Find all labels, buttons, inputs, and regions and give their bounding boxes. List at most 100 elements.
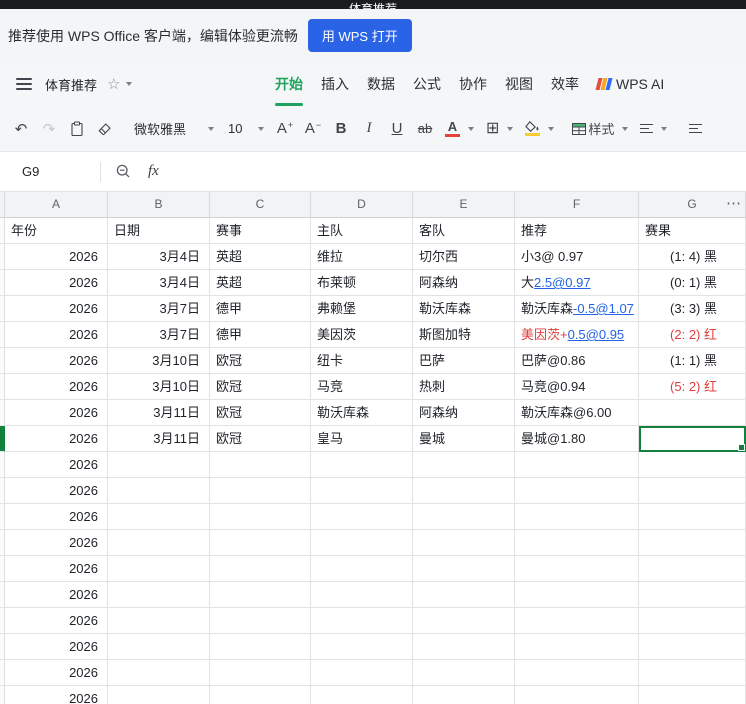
cell-style-button[interactable]: 样式 bbox=[569, 114, 631, 144]
tab-efficiency[interactable]: 效率 bbox=[551, 62, 579, 106]
cell-C18[interactable] bbox=[210, 660, 311, 686]
cell-E13[interactable] bbox=[413, 530, 515, 556]
cell-C19[interactable] bbox=[210, 686, 311, 704]
cell-F18[interactable] bbox=[515, 660, 639, 686]
hamburger-menu-icon[interactable] bbox=[16, 78, 32, 90]
cell-C13[interactable] bbox=[210, 530, 311, 556]
cell-F4[interactable]: 勒沃库森-0.5@1.07 bbox=[515, 296, 639, 322]
cell-A7[interactable]: 2026 bbox=[5, 374, 108, 400]
cell-D6[interactable]: 纽卡 bbox=[311, 348, 413, 374]
cell-G7[interactable]: (5: 2) 红 bbox=[639, 374, 746, 400]
cell-G18[interactable] bbox=[639, 660, 746, 686]
cell-D18[interactable] bbox=[311, 660, 413, 686]
cell-C1[interactable]: 赛事 bbox=[210, 218, 311, 244]
cell-D2[interactable]: 维拉 bbox=[311, 244, 413, 270]
cell-D13[interactable] bbox=[311, 530, 413, 556]
cell-F14[interactable] bbox=[515, 556, 639, 582]
cell-C5[interactable]: 德甲 bbox=[210, 322, 311, 348]
cell-G3[interactable]: (0: 1) 黑 bbox=[639, 270, 746, 296]
cell-D8[interactable]: 勒沃库森 bbox=[311, 400, 413, 426]
cell-E5[interactable]: 斯图加特 bbox=[413, 322, 515, 348]
cell-G6[interactable]: (1: 1) 黑 bbox=[639, 348, 746, 374]
cell-B10[interactable] bbox=[108, 452, 210, 478]
column-header-E[interactable]: E bbox=[413, 192, 515, 217]
cell-A12[interactable]: 2026 bbox=[5, 504, 108, 530]
cell-A1[interactable]: 年份 bbox=[5, 218, 108, 244]
cell-G2[interactable]: (1: 4) 黑 bbox=[639, 244, 746, 270]
cell-F10[interactable] bbox=[515, 452, 639, 478]
cell-A14[interactable]: 2026 bbox=[5, 556, 108, 582]
eraser-button[interactable] bbox=[94, 114, 116, 144]
cell-B15[interactable] bbox=[108, 582, 210, 608]
tab-view[interactable]: 视图 bbox=[505, 62, 533, 106]
cell-E4[interactable]: 勒沃库森 bbox=[413, 296, 515, 322]
cell-C7[interactable]: 欧冠 bbox=[210, 374, 311, 400]
underline-button[interactable]: U bbox=[386, 114, 408, 144]
cell-G13[interactable] bbox=[639, 530, 746, 556]
cell-F15[interactable] bbox=[515, 582, 639, 608]
cell-B17[interactable] bbox=[108, 634, 210, 660]
cell-E3[interactable]: 阿森纳 bbox=[413, 270, 515, 296]
cell-G4[interactable]: (3: 3) 黑 bbox=[639, 296, 746, 322]
cell-E10[interactable] bbox=[413, 452, 515, 478]
cell-B7[interactable]: 3月10日 bbox=[108, 374, 210, 400]
cell-F12[interactable] bbox=[515, 504, 639, 530]
cell-B2[interactable]: 3月4日 bbox=[108, 244, 210, 270]
cell-C14[interactable] bbox=[210, 556, 311, 582]
cell-A16[interactable]: 2026 bbox=[5, 608, 108, 634]
cell-B18[interactable] bbox=[108, 660, 210, 686]
cell-A6[interactable]: 2026 bbox=[5, 348, 108, 374]
cell-A8[interactable]: 2026 bbox=[5, 400, 108, 426]
cell-A18[interactable]: 2026 bbox=[5, 660, 108, 686]
font-color-button[interactable]: A bbox=[442, 114, 477, 144]
magnifier-button[interactable] bbox=[115, 163, 132, 180]
tab-formula[interactable]: 公式 bbox=[413, 62, 441, 106]
cell-D17[interactable] bbox=[311, 634, 413, 660]
cell-B14[interactable] bbox=[108, 556, 210, 582]
cell-G9[interactable] bbox=[639, 426, 746, 452]
cell-C9[interactable]: 欧冠 bbox=[210, 426, 311, 452]
cell-C17[interactable] bbox=[210, 634, 311, 660]
cell-B5[interactable]: 3月7日 bbox=[108, 322, 210, 348]
cell-E16[interactable] bbox=[413, 608, 515, 634]
column-header-F[interactable]: F bbox=[515, 192, 639, 217]
tab-collaborate[interactable]: 协作 bbox=[459, 62, 487, 106]
cell-A5[interactable]: 2026 bbox=[5, 322, 108, 348]
cell-A15[interactable]: 2026 bbox=[5, 582, 108, 608]
cell-D12[interactable] bbox=[311, 504, 413, 530]
cell-F7[interactable]: 马竞@0.94 bbox=[515, 374, 639, 400]
cell-D19[interactable] bbox=[311, 686, 413, 704]
cell-G19[interactable] bbox=[639, 686, 746, 704]
cell-F13[interactable] bbox=[515, 530, 639, 556]
cell-B16[interactable] bbox=[108, 608, 210, 634]
font-size-select[interactable]: 10 bbox=[224, 114, 268, 144]
wrap-text-button[interactable] bbox=[686, 114, 705, 144]
cell-G14[interactable] bbox=[639, 556, 746, 582]
tab-data[interactable]: 数据 bbox=[367, 62, 395, 106]
cell-E17[interactable] bbox=[413, 634, 515, 660]
cell-name-box[interactable]: G9 bbox=[0, 164, 100, 179]
cell-F5[interactable]: 美因茨+0.5@0.95 bbox=[515, 322, 639, 348]
cell-G15[interactable] bbox=[639, 582, 746, 608]
bold-button[interactable]: B bbox=[330, 114, 352, 144]
cell-E6[interactable]: 巴萨 bbox=[413, 348, 515, 374]
cell-G16[interactable] bbox=[639, 608, 746, 634]
title-chevron-down-icon[interactable] bbox=[126, 82, 133, 86]
cell-D1[interactable]: 主队 bbox=[311, 218, 413, 244]
column-header-C[interactable]: C bbox=[210, 192, 311, 217]
cell-B3[interactable]: 3月4日 bbox=[108, 270, 210, 296]
paste-button[interactable] bbox=[66, 114, 88, 144]
column-header-A[interactable]: A bbox=[5, 192, 108, 217]
font-family-select[interactable]: 微软雅黑 bbox=[130, 114, 218, 144]
cell-D3[interactable]: 布莱顿 bbox=[311, 270, 413, 296]
cell-B12[interactable] bbox=[108, 504, 210, 530]
cell-A11[interactable]: 2026 bbox=[5, 478, 108, 504]
column-header-D[interactable]: D bbox=[311, 192, 413, 217]
cell-E7[interactable]: 热刺 bbox=[413, 374, 515, 400]
cell-D10[interactable] bbox=[311, 452, 413, 478]
cell-G5[interactable]: (2: 2) 红 bbox=[639, 322, 746, 348]
cell-F8[interactable]: 勒沃库森@6.00 bbox=[515, 400, 639, 426]
cell-G12[interactable] bbox=[639, 504, 746, 530]
cell-E1[interactable]: 客队 bbox=[413, 218, 515, 244]
cell-A4[interactable]: 2026 bbox=[5, 296, 108, 322]
